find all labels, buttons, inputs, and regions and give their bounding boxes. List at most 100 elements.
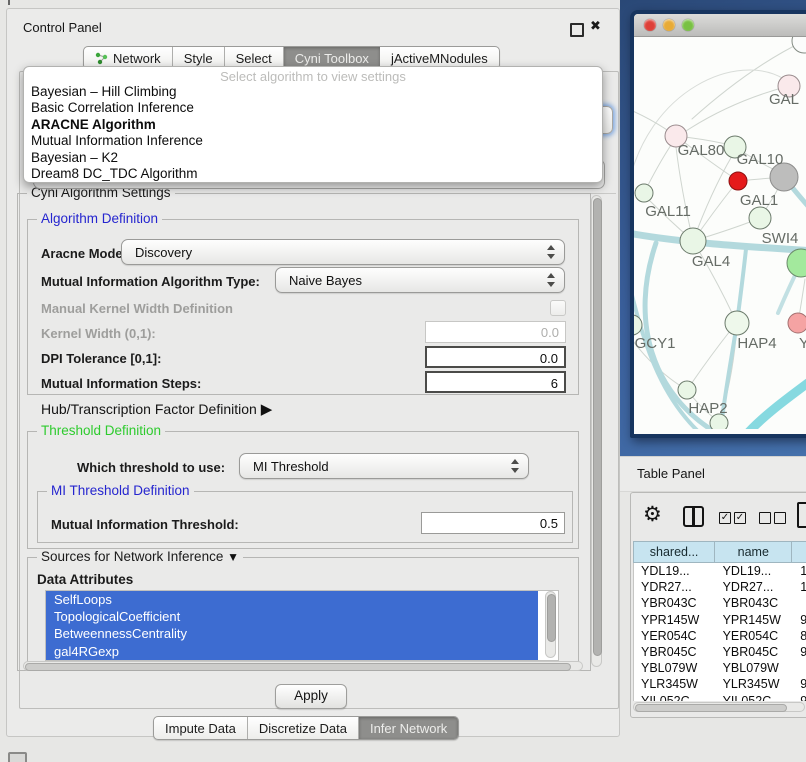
dropdown-option[interactable]: Dream8 DC_TDC Algorithm [24,166,602,182]
attributes-vertical-scrollbar[interactable] [545,591,556,658]
close-traffic-light-icon[interactable] [644,19,656,31]
attribute-list-item[interactable]: SelfLoops [46,591,538,608]
close-panel-icon[interactable]: ✖ [590,18,601,34]
settings-vertical-scrollbar[interactable] [591,195,602,667]
column-header[interactable]: shared... [634,542,715,562]
mi-algorithm-type-combobox[interactable]: Naive Bayes [275,267,565,293]
network-node[interactable] [635,184,653,202]
dropdown-option[interactable]: ARACNE Algorithm [24,117,602,133]
which-threshold-combobox[interactable]: MI Threshold [239,453,529,479]
stepper-arrows-icon [547,245,556,259]
minimized-window-icon[interactable] [8,752,27,762]
panel-title: Control Panel [23,20,102,35]
network-node[interactable] [678,381,696,399]
checked-checkbox-icon[interactable]: ✓ [734,512,746,524]
tab-label: Infer Network [370,721,447,736]
network-node[interactable] [729,172,747,190]
kernel-width-field[interactable]: 0.0 [425,321,566,343]
network-node[interactable] [788,313,806,333]
screen: Control Panel ✖ NetworkStyleSelectCyni T… [0,0,806,762]
float-window-icon[interactable] [570,23,584,37]
dpi-tolerance-field[interactable]: 0.0 [425,346,566,368]
attributes-scrollbar-thumb[interactable] [547,594,556,642]
table-row[interactable]: YBL079WYBL079W [634,660,806,676]
dpi-tolerance-label: DPI Tolerance [0,1]: [41,351,161,366]
table-cell: YDL19... [634,563,716,579]
data-attributes-list[interactable]: SelfLoopsTopologicalCoefficientBetweenne… [45,590,559,661]
tab-label: Impute Data [165,721,236,736]
which-threshold-value: MI Threshold [253,459,329,474]
table-cell: YIL052C [716,693,794,702]
which-threshold-label: Which threshold to use: [77,460,225,475]
attribute-list-item[interactable]: TopologicalCoefficient [46,608,538,625]
settings-scrollbar-thumb[interactable] [593,198,602,656]
node-label: HAP4 [737,335,776,352]
table-row[interactable]: YIL052CYIL052C9 [634,693,806,702]
node-label: GAL10 [737,151,784,168]
attribute-list-item[interactable]: gal4RGexp [46,643,538,660]
table-row[interactable]: YDR27...YDR27...12 [634,579,806,595]
dropdown-option[interactable]: Bayesian – K2 [24,150,602,166]
dropdown-option[interactable]: Bayesian – Hill Climbing [24,84,602,100]
checked-checkbox-icon[interactable]: ✓ [719,512,731,524]
table-cell: 9. [793,612,806,628]
tab-label: Style [184,51,213,66]
table-row[interactable]: YER054CYER054C8. [634,628,806,644]
table-cell: YBR045C [716,644,794,660]
network-node[interactable] [749,207,771,229]
mutual-information-threshold-label: Mutual Information Threshold: [51,517,239,532]
table-panel-titlebar: Table Panel [620,456,806,492]
gear-icon[interactable]: ⚙ [643,502,662,527]
tab-infer-network[interactable]: Infer Network [359,717,458,739]
network-view-window: GALGAL80GAL10GAL1GAL11SWI4GAL4GCY1HAP4YH… [630,10,806,438]
aracne-mode-value: Discovery [135,245,192,260]
column-header[interactable]: A [792,542,806,562]
table-cell: YBL079W [716,660,794,676]
aracne-mode-label: Aracne Mode: [41,246,127,261]
aracne-mode-combobox[interactable]: Discovery [121,239,565,265]
network-window-titlebar[interactable] [634,14,806,37]
network-graph: GALGAL80GAL10GAL1GAL11SWI4GAL4GCY1HAP4YH… [634,37,806,429]
horizontal-scrollbar-thumb[interactable] [25,663,571,671]
network-node[interactable] [792,37,806,53]
network-node[interactable] [680,228,706,254]
minimize-traffic-light-icon[interactable] [663,19,675,31]
unchecked-checkbox-icon[interactable] [759,512,771,524]
columns-icon[interactable] [683,506,704,527]
table-row[interactable]: YLR345WYLR345W9. [634,676,806,692]
table-row[interactable]: YBR045CYBR045C9. [634,644,806,660]
table-row[interactable]: YPR145WYPR145W9. [634,612,806,628]
table-row[interactable]: YBR043CYBR043C [634,595,806,611]
tab-impute-data[interactable]: Impute Data [154,717,248,739]
table-cell: YER054C [716,628,794,644]
dropdown-option[interactable]: Mutual Information Inference [24,133,602,149]
mi-steps-field[interactable]: 6 [425,371,566,393]
mi-steps-label: Mutual Information Steps: [41,376,201,391]
table-scrollbar-thumb[interactable] [635,704,787,712]
mutual-information-threshold-field[interactable]: 0.5 [421,512,565,534]
unchecked-checkbox-icon[interactable] [774,512,786,524]
expand-right-icon[interactable]: ▶ [261,401,273,418]
table-horizontal-scrollbar[interactable] [633,702,805,712]
tab-discretize-data[interactable]: Discretize Data [248,717,359,739]
apply-button[interactable]: Apply [275,684,347,709]
settings-horizontal-scrollbar[interactable] [23,661,583,671]
network-node[interactable] [725,311,749,335]
collapse-down-icon[interactable]: ▼ [227,550,239,564]
dropdown-option[interactable]: Basic Correlation Inference [24,100,602,116]
network-node[interactable] [787,249,806,277]
attribute-list-item[interactable]: BetweennessCentrality [46,625,538,642]
network-canvas[interactable]: GALGAL80GAL10GAL1GAL11SWI4GAL4GCY1HAP4YH… [634,37,806,434]
table-cell [793,660,806,676]
manual-kernel-width-checkbox[interactable] [550,300,566,316]
table-cell: 13 [793,563,806,579]
export-file-icon[interactable] [797,502,806,528]
column-header[interactable]: name [715,542,792,562]
tab-label: Discretize Data [259,721,347,736]
sources-group-title[interactable]: Sources for Network Inference ▼ [37,550,243,564]
hub-definition-section[interactable]: Hub/Transcription Factor Definition ▶ [41,400,272,418]
stepper-arrows-icon [511,459,520,473]
node-label: GAL80 [678,142,725,159]
table-row[interactable]: YDL19...YDL19...13 [634,563,806,579]
zoom-traffic-light-icon[interactable] [682,19,694,31]
